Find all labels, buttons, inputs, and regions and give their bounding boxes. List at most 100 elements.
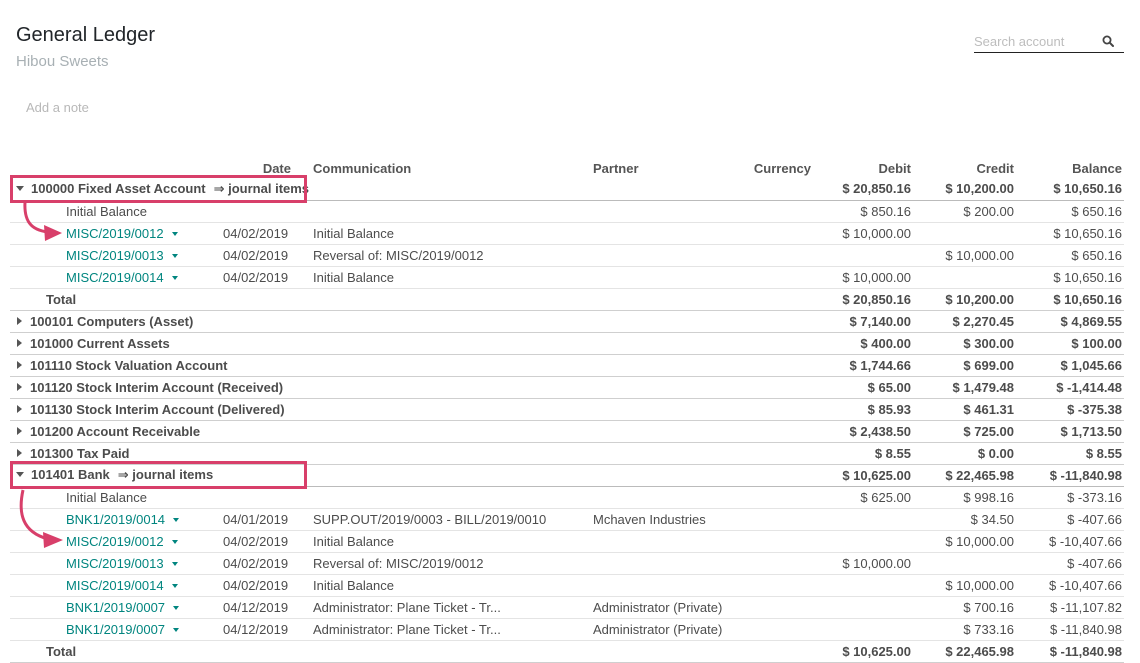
account-row[interactable]: 101130 Stock Interim Account (Delivered)…	[10, 398, 1124, 421]
journal-items-link[interactable]: ⇒ journal items	[118, 467, 213, 482]
account-name[interactable]: 101130 Stock Interim Account (Delivered)	[30, 402, 285, 417]
caret-right-icon[interactable]	[17, 427, 22, 436]
account-row[interactable]: 101200 Account Receivable $ 2,438.50 $ 7…	[10, 420, 1124, 443]
search-icon[interactable]	[1102, 35, 1114, 47]
move-ref-cell[interactable]: MISC/2019/0014	[10, 266, 215, 289]
account-name[interactable]: 101110 Stock Valuation Account	[30, 358, 228, 373]
communication-cell	[313, 200, 593, 223]
account-credit: $ 725.00	[913, 420, 1016, 443]
date-cell: 04/02/2019	[215, 244, 313, 267]
account-row[interactable]: 101000 Current Assets $ 400.00 $ 300.00 …	[10, 332, 1124, 355]
dropdown-caret-icon[interactable]	[171, 254, 178, 259]
debit-cell	[813, 596, 913, 619]
account-name-cell[interactable]: 101120 Stock Interim Account (Received)	[10, 376, 813, 399]
account-name-cell[interactable]: 101000 Current Assets	[10, 332, 813, 355]
caret-right-icon[interactable]	[17, 339, 22, 348]
credit-cell: $ 10,000.00	[913, 244, 1016, 267]
account-row[interactable]: 100000 Fixed Asset Account ⇒ journal item…	[10, 178, 1124, 201]
caret-down-icon[interactable]	[16, 185, 24, 191]
move-ref-link[interactable]: MISC/2019/0012	[66, 226, 178, 241]
caret-right-icon[interactable]	[17, 405, 22, 414]
journal-line-row: BNK1/2019/0014 04/01/2019 SUPP.OUT/2019/…	[10, 508, 1124, 531]
move-ref-cell[interactable]: MISC/2019/0013	[10, 244, 215, 267]
dropdown-caret-icon[interactable]	[173, 606, 180, 611]
move-ref[interactable]: MISC/2019/0013	[66, 248, 164, 263]
journal-items-link[interactable]: ⇒ journal items	[214, 181, 309, 196]
credit-cell: $ 10,000.00	[913, 574, 1016, 597]
partner-cell	[593, 486, 753, 509]
move-ref-link[interactable]: MISC/2019/0014	[66, 270, 178, 285]
partner-cell: Administrator (Private)	[593, 596, 753, 619]
move-ref[interactable]: MISC/2019/0014	[66, 578, 164, 593]
move-ref[interactable]: MISC/2019/0012	[66, 534, 164, 549]
caret-right-icon[interactable]	[17, 449, 22, 458]
move-ref-link[interactable]: MISC/2019/0013	[66, 556, 178, 571]
account-row[interactable]: 101120 Stock Interim Account (Received) …	[10, 376, 1124, 399]
move-ref-link[interactable]: MISC/2019/0012	[66, 534, 178, 549]
move-ref-cell[interactable]: BNK1/2019/0007	[10, 618, 215, 641]
col-header-account	[10, 156, 215, 178]
partner-cell	[593, 288, 753, 311]
communication-cell: Initial Balance	[313, 222, 593, 245]
caret-right-icon[interactable]	[17, 317, 22, 326]
account-name[interactable]: 101000 Current Assets	[30, 336, 170, 351]
move-ref-link[interactable]: BNK1/2019/0014	[66, 512, 180, 527]
account-name[interactable]: 101120 Stock Interim Account (Received)	[30, 380, 283, 395]
dropdown-caret-icon[interactable]	[171, 562, 178, 567]
add-note-field[interactable]: Add a note	[26, 100, 89, 115]
move-ref-link[interactable]: MISC/2019/0014	[66, 578, 178, 593]
partner-cell	[593, 530, 753, 553]
account-name[interactable]: 101200 Account Receivable	[30, 424, 200, 439]
dropdown-caret-icon[interactable]	[171, 540, 178, 545]
move-ref-cell[interactable]: MISC/2019/0012	[10, 530, 215, 553]
account-row[interactable]: 100101 Computers (Asset) $ 7,140.00 $ 2,…	[10, 310, 1124, 333]
account-name-cell[interactable]: 101130 Stock Interim Account (Delivered)	[10, 398, 813, 421]
move-ref-cell[interactable]: BNK1/2019/0014	[10, 508, 215, 531]
move-ref[interactable]: MISC/2019/0012	[66, 226, 164, 241]
col-header-communication: Communication	[313, 161, 412, 176]
move-ref-link[interactable]: BNK1/2019/0007	[66, 600, 180, 615]
dropdown-caret-icon[interactable]	[171, 276, 178, 281]
move-ref-cell[interactable]: MISC/2019/0012	[10, 222, 215, 245]
move-ref-link[interactable]: MISC/2019/0013	[66, 248, 178, 263]
move-ref[interactable]: BNK1/2019/0007	[66, 600, 165, 615]
account-row[interactable]: 101300 Tax Paid $ 8.55 $ 0.00 $ 8.55	[10, 442, 1124, 465]
move-ref-cell[interactable]: BNK1/2019/0007	[10, 596, 215, 619]
date-cell: 04/01/2019	[215, 508, 313, 531]
caret-down-icon[interactable]	[16, 472, 24, 478]
account-name-cell[interactable]: 100000 Fixed Asset Account ⇒ journal item…	[10, 178, 813, 201]
caret-right-icon[interactable]	[17, 361, 22, 370]
account-row[interactable]: 101401 Bank ⇒ journal items $ 10,625.00 $…	[10, 464, 1124, 487]
move-ref-cell[interactable]: MISC/2019/0014	[10, 574, 215, 597]
journal-line-row: BNK1/2019/0007 04/12/2019 Administrator:…	[10, 618, 1124, 641]
move-ref-cell[interactable]: MISC/2019/0013	[10, 552, 215, 575]
table-header: Date Communication Partner Currency Debi…	[10, 156, 1124, 178]
dropdown-caret-icon[interactable]	[173, 518, 180, 523]
search-account-input[interactable]	[974, 31, 1094, 49]
dropdown-caret-icon[interactable]	[173, 628, 180, 633]
account-row[interactable]: 101110 Stock Valuation Account $ 1,744.6…	[10, 354, 1124, 377]
account-debit: $ 2,438.50	[813, 420, 913, 443]
move-ref[interactable]: BNK1/2019/0007	[66, 622, 165, 637]
dropdown-caret-icon[interactable]	[171, 584, 178, 589]
account-balance: $ -1,414.48	[1016, 376, 1124, 399]
dropdown-caret-icon[interactable]	[171, 232, 178, 237]
move-ref-link[interactable]: BNK1/2019/0007	[66, 622, 180, 637]
account-name-cell[interactable]: 101401 Bank ⇒ journal items	[10, 464, 813, 487]
caret-right-icon[interactable]	[17, 383, 22, 392]
account-name-cell[interactable]: 101200 Account Receivable	[10, 420, 813, 443]
account-name-cell[interactable]: 101110 Stock Valuation Account	[10, 354, 813, 377]
debit-cell	[813, 574, 913, 597]
currency-cell	[753, 200, 813, 223]
account-name[interactable]: 100101 Computers (Asset)	[30, 314, 193, 329]
move-ref[interactable]: MISC/2019/0013	[66, 556, 164, 571]
move-ref[interactable]: BNK1/2019/0014	[66, 512, 165, 527]
account-name[interactable]: 101300 Tax Paid	[30, 446, 130, 461]
col-header-partner: Partner	[593, 161, 639, 176]
account-debit: $ 400.00	[813, 332, 913, 355]
account-name-cell[interactable]: 100101 Computers (Asset)	[10, 310, 813, 333]
account-name[interactable]: 100000 Fixed Asset Account	[31, 181, 206, 196]
account-name-cell[interactable]: 101300 Tax Paid	[10, 442, 813, 465]
account-name[interactable]: 101401 Bank	[31, 467, 110, 482]
move-ref[interactable]: MISC/2019/0014	[66, 270, 164, 285]
